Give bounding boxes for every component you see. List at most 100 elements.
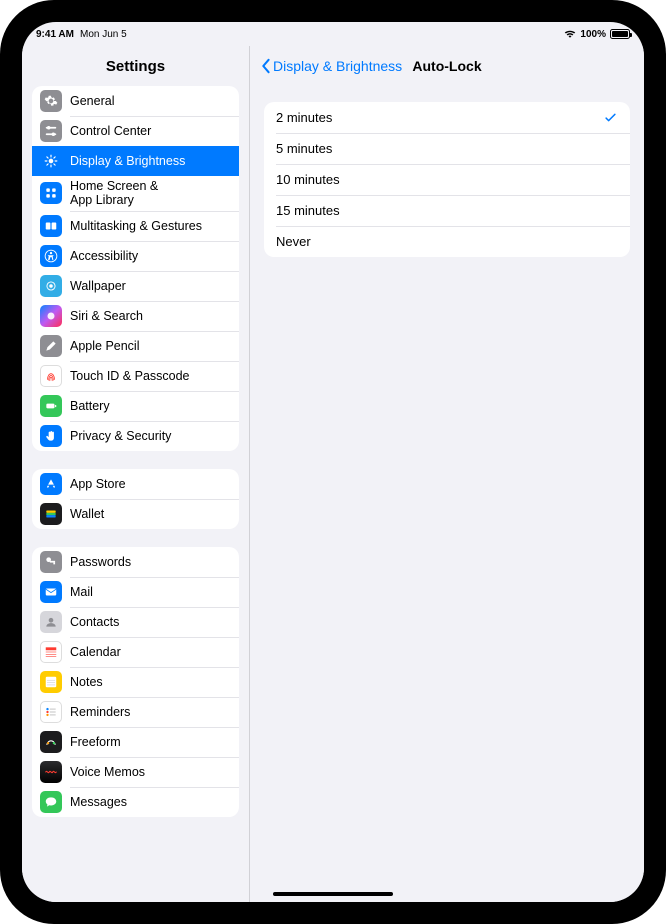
option-label: 15 minutes (276, 203, 340, 218)
sidebar-item-label: Voice Memos (70, 765, 231, 779)
checkmark-icon (603, 110, 618, 125)
sidebar-item-label: Freeform (70, 735, 231, 749)
app-store-icon (40, 473, 62, 495)
wallet-icon (40, 503, 62, 525)
sidebar-item-label: Calendar (70, 645, 231, 659)
reminders-icon (40, 701, 62, 723)
sidebar-item-label: Battery (70, 399, 231, 413)
sidebar-item-label: Apple Pencil (70, 339, 231, 353)
sidebar-item-label: Multitasking & Gestures (70, 219, 231, 233)
option-5-minutes[interactable]: 5 minutes (264, 133, 630, 164)
sidebar-item-label: Siri & Search (70, 309, 231, 323)
sidebar-item-notes[interactable]: Notes (32, 667, 239, 697)
settings-sidebar: Settings General (22, 46, 250, 902)
gear-icon (40, 90, 62, 112)
option-15-minutes[interactable]: 15 minutes (264, 195, 630, 226)
option-label: 10 minutes (276, 172, 340, 187)
apps-grid-icon (40, 182, 62, 204)
sidebar-item-home-screen[interactable]: Home Screen & App Library (32, 176, 239, 211)
sidebar-item-label: General (70, 94, 231, 108)
auto-lock-options: 2 minutes 5 minutes 10 minutes 15 minute… (264, 102, 630, 257)
sidebar-item-passwords[interactable]: Passwords (32, 547, 239, 577)
sidebar-item-touch-id[interactable]: Touch ID & Passcode (32, 361, 239, 391)
sidebar-item-battery[interactable]: Battery (32, 391, 239, 421)
screen: 9:41 AM Mon Jun 5 100% Settings (22, 22, 644, 902)
battery-icon (40, 395, 62, 417)
sidebar-group-store: App Store Wallet (32, 469, 239, 529)
sidebar-item-reminders[interactable]: Reminders (32, 697, 239, 727)
sidebar-item-app-store[interactable]: App Store (32, 469, 239, 499)
sidebar-item-wallet[interactable]: Wallet (32, 499, 239, 529)
notes-icon (40, 671, 62, 693)
sidebar-item-label: Touch ID & Passcode (70, 369, 231, 383)
messages-icon (40, 791, 62, 813)
sidebar-item-label: Control Center (70, 124, 231, 138)
sidebar-group-apps: Passwords Mail Contacts (32, 547, 239, 817)
sidebar-item-label: Accessibility (70, 249, 231, 263)
sidebar-item-messages[interactable]: Messages (32, 787, 239, 817)
calendar-icon (40, 641, 62, 663)
sidebar-item-label: Mail (70, 585, 231, 599)
detail-pane: Display & Brightness Auto-Lock 2 minutes… (250, 46, 644, 902)
status-battery-pct: 100% (580, 29, 606, 40)
home-indicator[interactable] (273, 892, 393, 896)
battery-icon (610, 29, 630, 39)
option-never[interactable]: Never (264, 226, 630, 257)
sidebar-item-label: Wallet (70, 507, 231, 521)
sidebar-item-label: Passwords (70, 555, 231, 569)
wifi-icon (564, 29, 576, 39)
sidebar-item-contacts[interactable]: Contacts (32, 607, 239, 637)
option-label: Never (276, 234, 311, 249)
voice-memos-icon (40, 761, 62, 783)
nav-bar: Display & Brightness Auto-Lock (250, 46, 644, 86)
sidebar-item-apple-pencil[interactable]: Apple Pencil (32, 331, 239, 361)
sidebar-item-calendar[interactable]: Calendar (32, 637, 239, 667)
option-label: 2 minutes (276, 110, 332, 125)
accessibility-icon (40, 245, 62, 267)
status-date: Mon Jun 5 (80, 29, 127, 40)
option-2-minutes[interactable]: 2 minutes (264, 102, 630, 133)
status-bar: 9:41 AM Mon Jun 5 100% (22, 22, 644, 46)
sidebar-item-general[interactable]: General (32, 86, 239, 116)
wallpaper-icon (40, 275, 62, 297)
sidebar-item-accessibility[interactable]: Accessibility (32, 241, 239, 271)
sidebar-item-freeform[interactable]: Freeform (32, 727, 239, 757)
sidebar-item-multitasking[interactable]: Multitasking & Gestures (32, 211, 239, 241)
sidebar-title: Settings (22, 46, 249, 86)
device-frame: 9:41 AM Mon Jun 5 100% Settings (0, 0, 666, 924)
hand-icon (40, 425, 62, 447)
key-icon (40, 551, 62, 573)
siri-icon (40, 305, 62, 327)
fingerprint-icon (40, 365, 62, 387)
sidebar-item-control-center[interactable]: Control Center (32, 116, 239, 146)
sidebar-item-label: Privacy & Security (70, 429, 231, 443)
chevron-left-icon (260, 58, 271, 74)
sidebar-item-mail[interactable]: Mail (32, 577, 239, 607)
sidebar-item-label: Notes (70, 675, 231, 689)
sidebar-item-label: Contacts (70, 615, 231, 629)
contacts-icon (40, 611, 62, 633)
option-10-minutes[interactable]: 10 minutes (264, 164, 630, 195)
sidebar-group-system: General Control Center Dis (32, 86, 239, 451)
sidebar-item-display-brightness[interactable]: Display & Brightness (32, 146, 239, 176)
status-time: 9:41 AM (36, 29, 74, 40)
sidebar-item-label: Messages (70, 795, 231, 809)
multitasking-icon (40, 215, 62, 237)
back-label: Display & Brightness (273, 58, 402, 74)
sidebar-item-label: App Store (70, 477, 231, 491)
sidebar-item-siri[interactable]: Siri & Search (32, 301, 239, 331)
option-label: 5 minutes (276, 141, 332, 156)
sidebar-item-label: Home Screen & App Library (70, 179, 231, 208)
sidebar-item-wallpaper[interactable]: Wallpaper (32, 271, 239, 301)
mail-icon (40, 581, 62, 603)
brightness-icon (40, 150, 62, 172)
sidebar-item-voice-memos[interactable]: Voice Memos (32, 757, 239, 787)
sliders-icon (40, 120, 62, 142)
freeform-icon (40, 731, 62, 753)
sidebar-item-label: Display & Brightness (70, 154, 231, 168)
pencil-icon (40, 335, 62, 357)
sidebar-item-privacy[interactable]: Privacy & Security (32, 421, 239, 451)
sidebar-item-label: Wallpaper (70, 279, 231, 293)
sidebar-item-label: Reminders (70, 705, 231, 719)
back-button[interactable]: Display & Brightness (260, 58, 402, 74)
